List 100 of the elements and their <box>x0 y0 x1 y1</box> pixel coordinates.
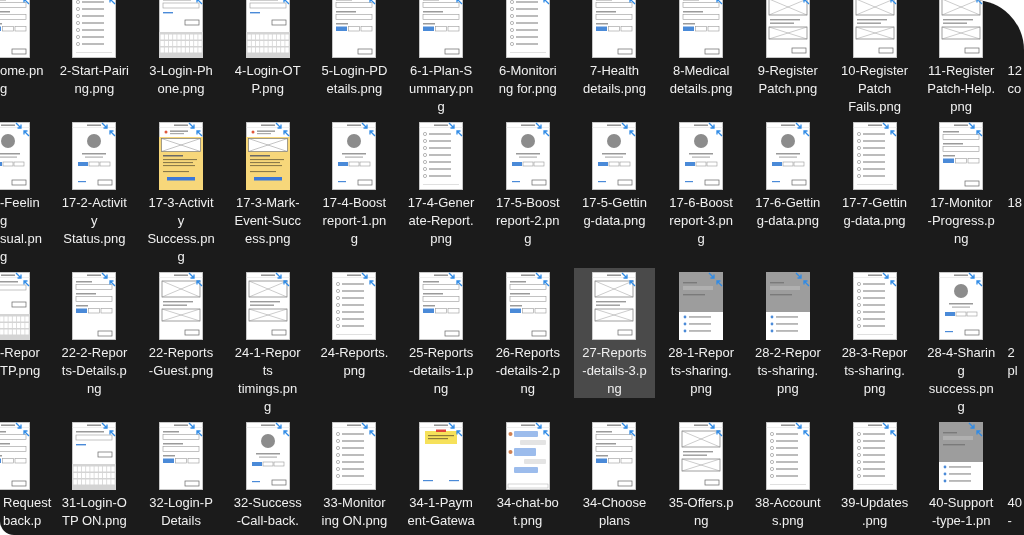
file-item[interactable]: -Repor TP.png <box>0 268 41 380</box>
file-item[interactable]: 25-Reports -details-1.p ng <box>400 268 482 398</box>
file-item[interactable]: 6-1-Plan-S ummary.pn g <box>400 0 482 116</box>
collapse-arrows-icon <box>101 122 117 137</box>
file-item[interactable]: 12 co <box>1007 0 1024 98</box>
file-item[interactable]: 24-1-Repor ts timings.pn g <box>227 268 309 416</box>
file-item[interactable]: 3-Login-Ph one.png <box>140 0 222 98</box>
file-item[interactable]: 17-7-Gettin g-data.png <box>834 118 916 230</box>
file-item[interactable]: 17-4-Gener ate-Report. png <box>400 118 482 248</box>
screen-thumbnail <box>852 0 897 58</box>
collapse-arrows-icon <box>448 272 464 287</box>
file-item[interactable]: 9-Register Patch.png <box>747 0 829 98</box>
collapse-arrows-icon <box>889 0 897 5</box>
file-item[interactable]: 26-Reports -details-2.p ng <box>487 268 569 398</box>
file-item[interactable]: 8-Medical details.png <box>660 0 742 98</box>
screen-thumbnail <box>939 422 984 490</box>
screen-thumbnail <box>0 122 30 190</box>
collapse-arrows-icon <box>708 422 724 437</box>
file-item[interactable]: 17-5-Gettin g-data.png <box>573 118 655 230</box>
collapse-arrows-icon <box>188 422 204 437</box>
file-item[interactable]: -Feelin g sual.pn g <box>0 118 42 266</box>
file-item[interactable]: 7-Health details.png <box>573 0 655 98</box>
file-item[interactable]: 24-Reports. png <box>313 268 395 380</box>
collapse-arrows-icon <box>621 272 637 287</box>
file-item[interactable]: ome.pn g <box>0 0 44 98</box>
collapse-arrows-icon <box>361 122 377 137</box>
file-item[interactable]: 32-Success -Call-back. <box>227 418 309 530</box>
file-item[interactable]: 27-Reports -details-3.p ng <box>573 268 655 398</box>
screen-thumbnail <box>0 422 30 490</box>
collapse-arrows-icon <box>361 272 377 287</box>
collapse-arrows-icon <box>621 422 637 437</box>
file-item[interactable]: 28-2-Repor ts-sharing. png <box>747 268 829 398</box>
file-item[interactable]: 28-4-Sharin g success.pn g <box>920 268 1002 416</box>
collapse-arrows-icon <box>542 0 550 5</box>
file-item[interactable]: 10-Register Patch Fails.png <box>834 0 916 116</box>
file-item[interactable]: 17-5-Boost report-2.pn g <box>487 118 569 248</box>
file-item[interactable]: 17-4-Boost report-1.pn g <box>313 118 395 248</box>
file-item[interactable]: 34-chat-bo t.png <box>487 418 569 530</box>
file-item[interactable]: 6-Monitori ng for.png <box>487 0 569 98</box>
file-item[interactable]: 17-6-Boost report-3.pn g <box>660 118 742 248</box>
file-item[interactable]: 2 pl <box>1007 268 1024 380</box>
file-item[interactable]: 33-Monitor ing ON.png <box>313 418 395 530</box>
file-item[interactable]: 11-Register Patch-Help. png <box>920 0 1002 116</box>
collapse-arrows-icon <box>361 422 377 437</box>
screen-thumbnail <box>679 272 724 340</box>
file-item[interactable]: 40 - <box>1007 418 1024 530</box>
collapse-arrows-icon <box>534 422 550 437</box>
file-item[interactable]: 34-1-Paym ent-Gatewa <box>400 418 482 530</box>
file-item[interactable]: 17-6-Gettin g-data.png <box>747 118 829 230</box>
collapse-arrows-icon <box>101 422 117 437</box>
screen-thumbnail <box>72 122 117 190</box>
collapse-arrows-icon <box>274 272 290 287</box>
file-item[interactable]: 35-Offers.p ng <box>660 418 742 530</box>
collapse-arrows-icon <box>282 0 290 5</box>
screen-thumbnail <box>939 272 984 340</box>
screen-thumbnail <box>159 122 204 190</box>
collapse-arrows-icon <box>448 422 464 437</box>
screen-thumbnail <box>505 122 550 190</box>
screen-thumbnail <box>592 122 637 190</box>
collapse-arrows-icon <box>794 272 810 287</box>
screen-thumbnail <box>852 422 897 490</box>
collapse-arrows-icon <box>456 0 464 5</box>
file-item[interactable]: 4-Login-OT P.png <box>227 0 309 98</box>
file-item[interactable]: 5-Login-PD etails.png <box>313 0 395 98</box>
file-item[interactable]: Request back.p <box>0 418 52 530</box>
screen-thumbnail <box>679 122 724 190</box>
collapse-arrows-icon <box>968 422 984 437</box>
file-item[interactable]: 17-Monitor -Progress.p ng <box>920 118 1002 248</box>
file-item[interactable]: 39-Updates .png <box>834 418 916 530</box>
file-item[interactable]: 18 <box>1007 118 1024 212</box>
file-item[interactable]: 40-Support -type-1.pn <box>920 418 1002 530</box>
collapse-arrows-icon <box>881 122 897 137</box>
collapse-arrows-icon <box>716 0 724 5</box>
file-item[interactable]: 28-3-Repor ts-sharing. png <box>834 268 916 398</box>
file-item[interactable]: 34-Choose plans <box>573 418 655 530</box>
screen-thumbnail <box>505 272 550 340</box>
collapse-arrows-icon <box>15 272 30 287</box>
screen-thumbnail <box>419 122 464 190</box>
file-item[interactable]: 17-2-Activit y Status.png <box>53 118 135 248</box>
file-item[interactable]: 22-Reports -Guest.png <box>140 268 222 380</box>
screen-thumbnail <box>159 422 204 490</box>
collapse-arrows-icon <box>621 122 637 137</box>
file-item[interactable]: 32-Login-P Details <box>140 418 222 530</box>
screen-thumbnail <box>765 0 810 58</box>
file-item[interactable]: 2-Start-Pairi ng.png <box>53 0 135 98</box>
screen-thumbnail <box>72 272 117 340</box>
collapse-arrows-icon <box>534 122 550 137</box>
collapse-arrows-icon <box>448 122 464 137</box>
screen-thumbnail <box>159 272 204 340</box>
collapse-arrows-icon <box>881 422 897 437</box>
file-item[interactable]: 17-3-Activit y Success.pn g <box>140 118 222 266</box>
file-item[interactable]: 31-Login-O TP ON.png <box>53 418 135 530</box>
file-item[interactable]: 22-2-Repor ts-Details.p ng <box>53 268 135 398</box>
screen-thumbnail <box>592 0 637 58</box>
collapse-arrows-icon <box>23 0 30 5</box>
file-item[interactable]: 17-3-Mark- Event-Succ ess.png <box>227 118 309 248</box>
file-item[interactable]: 28-1-Repor ts-sharing. png <box>660 268 742 398</box>
file-item[interactable]: 38-Account s.png <box>747 418 829 530</box>
collapse-arrows-icon <box>976 0 984 5</box>
collapse-arrows-icon <box>968 272 984 287</box>
